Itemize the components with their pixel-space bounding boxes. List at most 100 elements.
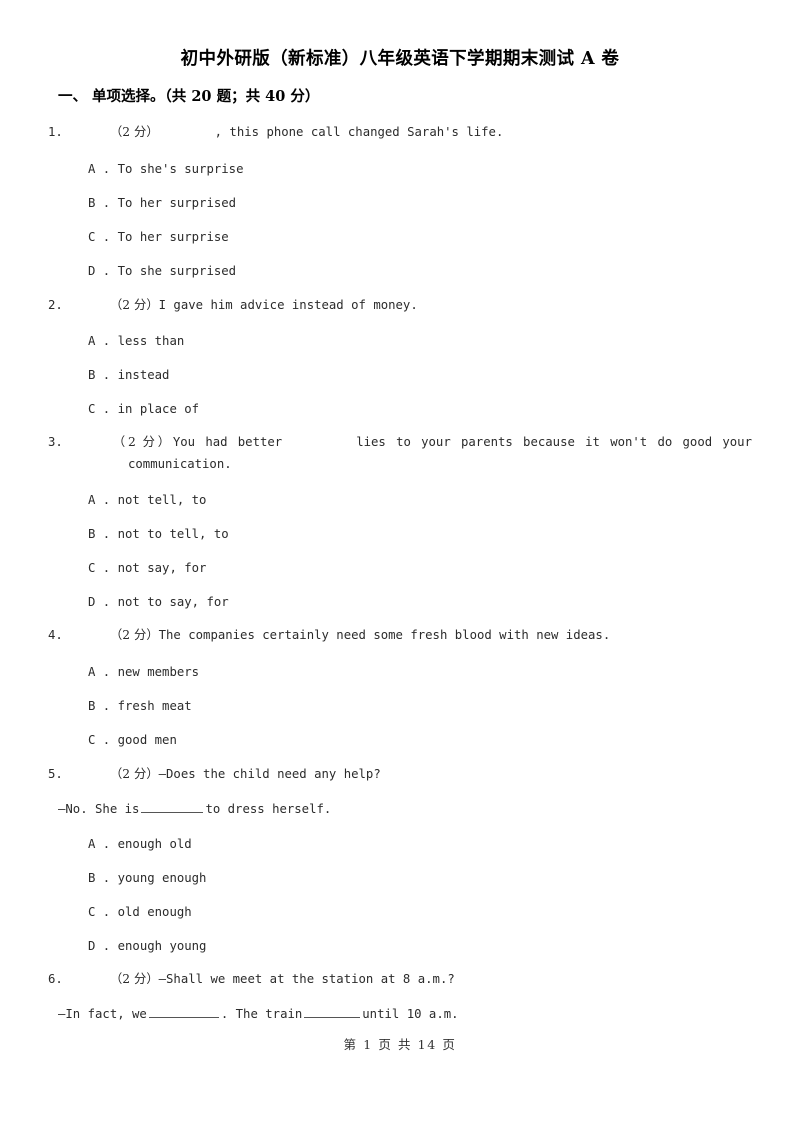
option-letter: A . [88,334,111,348]
question-6-text: —Shall we meet at the station at 8 a.m.? [158,972,455,986]
question-5-answer: —No. She is to dress herself. [58,798,752,820]
option-letter: A . [88,162,111,176]
exam-page: 初中外研版（新标准）八年级英语下学期期末测试 A 卷 一、 单项选择。（共 20… [0,0,800,1132]
question-6-answer-part2: . The train [220,1007,303,1021]
question-1-stem: 1. （2 分） , this phone call changed Sarah's… [48,121,752,143]
question-2-option-a[interactable]: A . less than [88,330,184,352]
question-6-blank-2 [304,1006,361,1018]
option-letter: B . [88,699,111,713]
question-4-option-c[interactable]: C . good men [88,729,177,751]
page-title: 初中外研版（新标准）八年级英语下学期期末测试 A 卷 [180,49,620,69]
option-text: fresh meat [117,699,192,713]
option-text: not to say, for [117,595,229,609]
option-letter: B . [88,196,111,210]
question-1: 1. （2 分） , this phone call changed Sarah's… [48,121,752,143]
question-6-stem: 6. （2 分）—Shall we meet at the station at … [48,968,752,990]
question-3-option-c[interactable]: C . not say, for [88,557,206,579]
option-text: not to tell, to [117,527,229,541]
option-text: To her surprised [117,196,237,210]
question-2-number: 2. [48,298,63,312]
question-4-number: 4. [48,628,63,642]
question-5-score: （2 分） [110,767,159,781]
question-1-option-b[interactable]: B . To her surprised [88,192,236,214]
question-6-number: 6. [48,972,63,986]
question-4-option-b[interactable]: B . fresh meat [88,695,192,717]
option-letter: A . [88,837,111,851]
page-footer: 第 1 页 共 14 页 [343,1037,457,1052]
question-5-answer-line: —No. She is to dress herself. [58,798,752,820]
question-2-option-c[interactable]: C . in place of [88,398,199,420]
question-5-option-d[interactable]: D . enough young [88,935,206,957]
question-3: 3. （2 分）You had better lies to your parent… [48,431,752,475]
option-letter: C . [88,230,111,244]
question-6-answer: —In fact, we . The train until 10 a.m. [58,1003,752,1025]
question-4-score: （2 分） [110,628,159,642]
option-letter: C . [88,402,111,416]
question-5-text: —Does the child need any help? [158,767,381,781]
option-letter: B . [88,871,111,885]
option-text: less than [117,334,185,348]
option-letter: C . [88,905,111,919]
option-letter: A . [88,493,111,507]
question-5-blank [141,801,204,813]
option-letter: A . [88,665,111,679]
question-5: 5. （2 分）—Does the child need any help? [48,763,752,785]
option-letter: D . [88,264,111,278]
option-text: To she surprised [117,264,237,278]
question-4: 4. （2 分）The companies certainly need some… [48,624,752,646]
question-1-option-c[interactable]: C . To her surprise [88,226,229,248]
question-6-answer-line: —In fact, we . The train until 10 a.m. [58,1003,752,1025]
option-text: not tell, to [117,493,207,507]
question-2: 2. （2 分）I gave him advice instead of mone… [48,294,752,316]
question-6-answer-part3: until 10 a.m. [362,1007,459,1021]
question-2-stem: 2. （2 分）I gave him advice instead of mone… [48,294,752,316]
option-text: instead [117,368,170,382]
question-5-answer-after: to dress herself. [205,802,332,816]
question-6-answer-part1: —In fact, we [58,1007,147,1021]
option-text: good men [117,733,177,747]
question-3-text-before: You had better [172,435,283,449]
question-4-option-a[interactable]: A . new members [88,661,199,683]
option-text: not say, for [117,561,207,575]
question-5-option-a[interactable]: A . enough old [88,833,192,855]
question-5-option-b[interactable]: B . young enough [88,867,206,889]
question-5-answer-before: —No. She is [58,802,140,816]
question-1-score: （2 分） [110,125,159,139]
option-letter: C . [88,733,111,747]
question-6-blank-1 [148,1006,219,1018]
option-text: new members [117,665,200,679]
option-letter: D . [88,939,111,953]
question-1-option-d[interactable]: D . To she surprised [88,260,236,282]
option-text: enough old [117,837,192,851]
question-5-stem: 5. （2 分）—Does the child need any help? [48,763,752,785]
question-3-score: （2 分） [110,435,173,449]
option-text: old enough [117,905,192,919]
option-letter: B . [88,368,111,382]
question-6-score: （2 分） [110,972,159,986]
question-5-option-c[interactable]: C . old enough [88,901,192,923]
question-2-score: （2 分） [110,298,159,312]
question-2-option-b[interactable]: B . instead [88,364,169,386]
option-text: To her surprise [117,230,229,244]
question-1-option-a[interactable]: A . To she's surprise [88,158,243,180]
question-5-number: 5. [48,767,63,781]
section-header: 一、 单项选择。（共 20 题；共 40 分） [58,88,320,105]
option-text: enough young [117,939,207,953]
option-text: young enough [117,871,207,885]
question-3-number: 3. [48,435,63,449]
option-text: in place of [117,402,200,416]
option-letter: C . [88,561,111,575]
question-3-option-a[interactable]: A . not tell, to [88,489,206,511]
option-letter: B . [88,527,111,541]
question-4-stem: 4. （2 分）The companies certainly need some… [48,624,752,646]
question-3-option-b[interactable]: B . not to tell, to [88,523,229,545]
question-2-text: I gave him advice instead of money. [158,298,418,312]
option-letter: D . [88,595,111,609]
question-6: 6. （2 分）—Shall we meet at the station at … [48,968,752,990]
question-3-option-d[interactable]: D . not to say, for [88,591,229,613]
question-1-text: , this phone call changed Sarah's life. [214,125,504,139]
option-text: To she's surprise [117,162,244,176]
question-4-text: The companies certainly need some fresh … [158,628,611,642]
question-1-number: 1. [48,125,63,139]
question-3-stem: 3. （2 分）You had better lies to your parent… [48,431,752,475]
